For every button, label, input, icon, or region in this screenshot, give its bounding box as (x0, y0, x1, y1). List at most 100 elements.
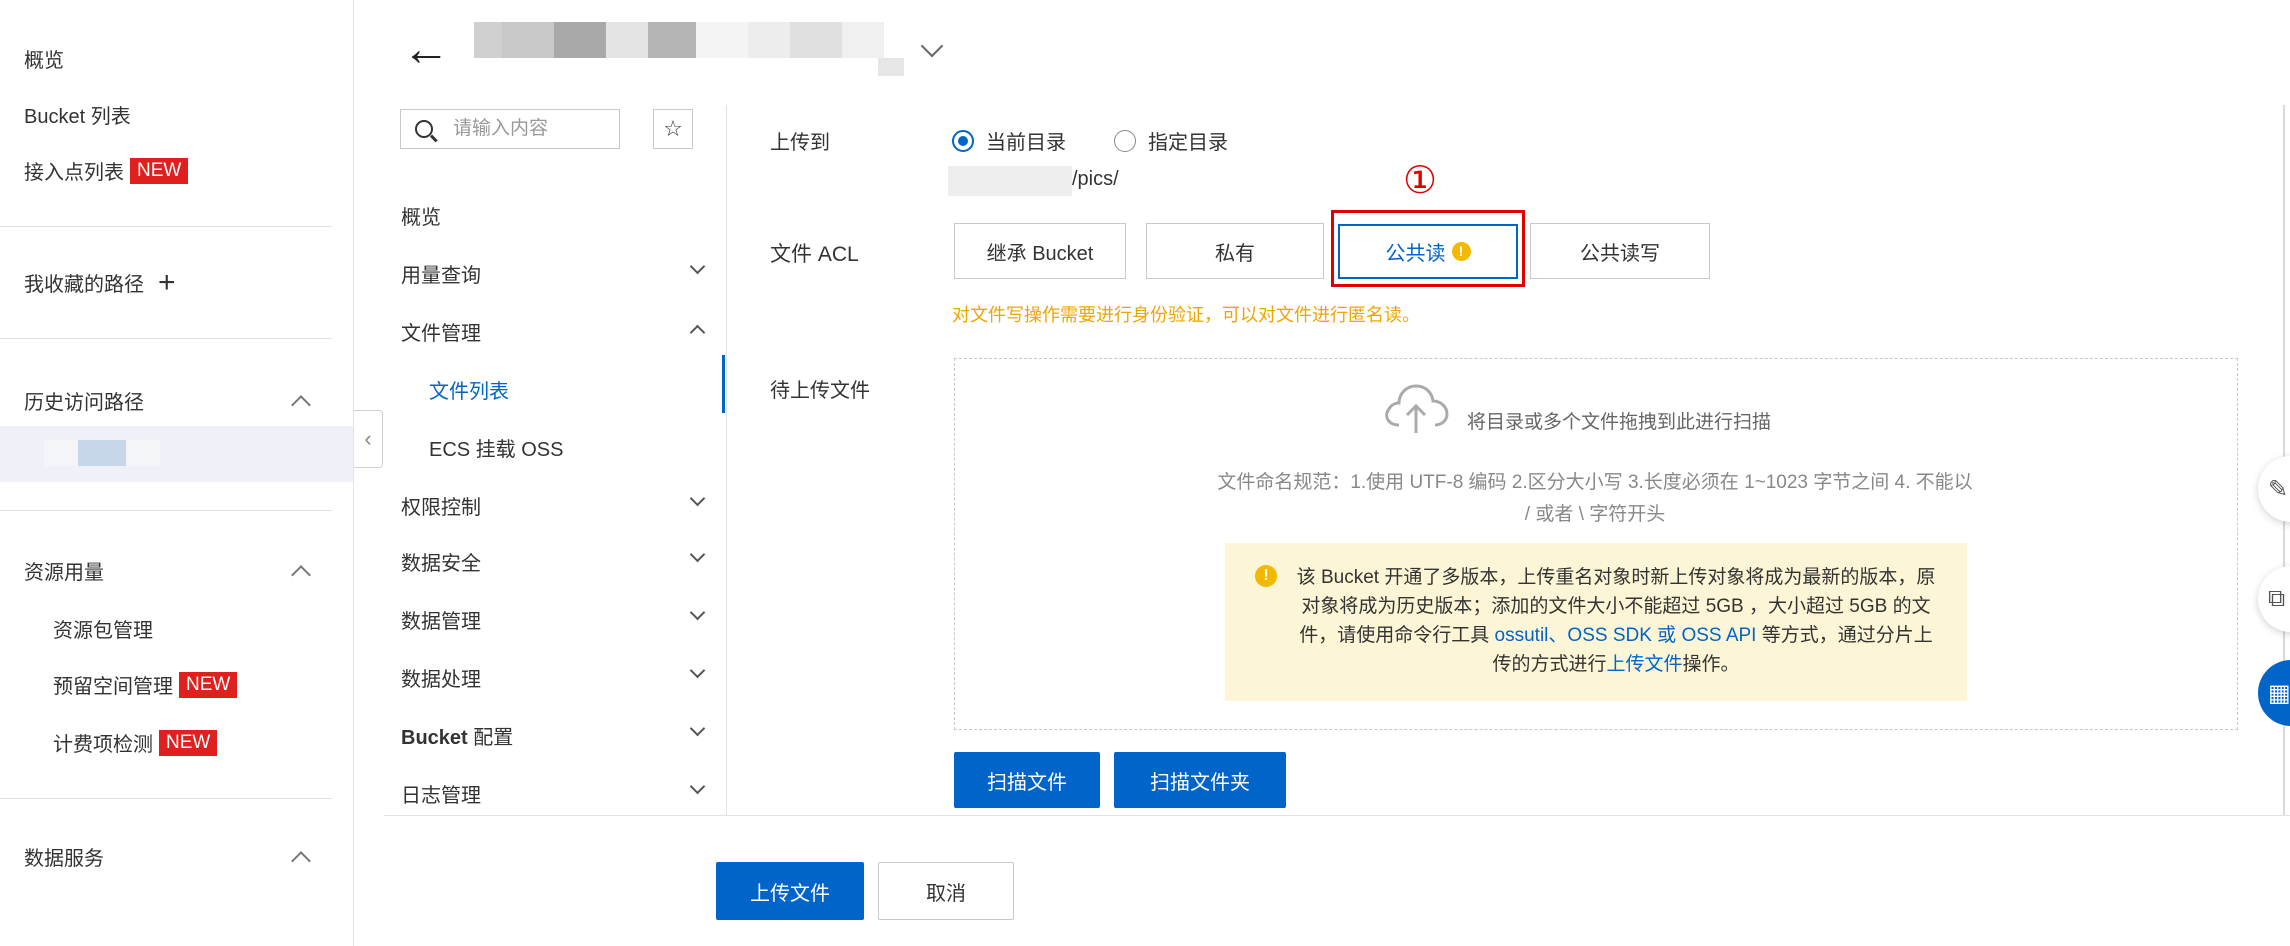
nav-item-label: 配置 (467, 727, 514, 749)
divider (0, 510, 332, 511)
redacted-block (78, 440, 126, 466)
annotation-highlight-box (1331, 210, 1525, 287)
notice-or: 或 (1651, 625, 1682, 646)
star-icon[interactable]: ☆ (653, 109, 693, 149)
chevron-down-icon (689, 778, 706, 795)
sidebar-item-label: 资源用量 (24, 562, 104, 584)
sidebar-item-label: 概览 (24, 50, 64, 72)
feedback-icon[interactable]: ⧉ (2258, 566, 2290, 632)
nav-item-access-control[interactable]: 权限控制 (401, 491, 481, 520)
radio-unchecked-icon (1114, 129, 1136, 152)
sidebar-section-history[interactable]: 历史访问路径 (24, 386, 144, 415)
bucket-title-redacted (474, 22, 904, 76)
oss-sdk-link[interactable]: OSS SDK (1567, 625, 1651, 646)
drop-hint-text: 将目录或多个文件拖拽到此进行扫描 (1467, 412, 1772, 433)
chevron-up-icon[interactable] (291, 565, 311, 585)
upload-file-link[interactable]: 上传文件 (1606, 654, 1682, 675)
nav-item-usage-query[interactable]: 用量查询 (401, 259, 481, 288)
bucket-nav: ☆ 概览 用量查询 文件管理 文件列表 ECS 挂载 OSS 权限控制 数据安全… (384, 105, 727, 815)
nav-item-bucket-config[interactable]: Bucket 配置 (401, 721, 513, 750)
cancel-button[interactable]: 取消 (878, 862, 1014, 920)
chevron-left-icon: ‹ (364, 426, 372, 451)
file-acl-label: 文件 ACL (770, 243, 859, 266)
radio-label: 当前目录 (986, 132, 1066, 154)
acl-option-public-read-write[interactable]: 公共读写 (1530, 223, 1710, 279)
upload-to-label: 上传到 (770, 132, 830, 154)
file-drop-zone[interactable]: 将目录或多个文件拖拽到此进行扫描 文件命名规范：1.使用 UTF-8 编码 2.… (954, 358, 2238, 730)
acl-hint-text: 对文件写操作需要进行身份验证，可以对文件进行匿名读。 (952, 305, 1420, 325)
new-badge: NEW (159, 729, 218, 756)
nav-item-file-mgmt[interactable]: 文件管理 (401, 317, 481, 346)
sidebar-item-label: 数据服务 (24, 848, 104, 870)
chevron-down-icon[interactable] (920, 34, 944, 58)
cloud-upload-icon (1385, 384, 1449, 433)
radio-specified-directory[interactable]: 指定目录 (1114, 126, 1228, 155)
chevron-up-icon[interactable] (291, 851, 311, 871)
active-indicator (722, 355, 725, 413)
history-item-selected[interactable] (0, 426, 353, 482)
sidebar-item-bucket-list[interactable]: Bucket 列表 (24, 100, 131, 129)
chevron-up-icon[interactable] (291, 395, 311, 415)
radio-checked-icon (952, 129, 974, 152)
chevron-down-icon (689, 720, 706, 737)
ossutil-link[interactable]: ossutil (1495, 625, 1549, 646)
acl-option-inherit[interactable]: 继承 Bucket (954, 223, 1126, 279)
apps-grid-icon[interactable]: ▦ (2258, 660, 2290, 726)
notice-text: 操作。 (1682, 654, 1740, 675)
notice-separator: 、 (1548, 625, 1568, 646)
path-redacted (948, 166, 1072, 196)
acl-option-private[interactable]: 私有 (1146, 223, 1324, 279)
global-sidebar: 概览 Bucket 列表 接入点列表 NEW 我收藏的路径 + 历史访问路径 资… (0, 0, 354, 946)
sidebar-item-billing-check[interactable]: 计费项检测 NEW (53, 728, 218, 757)
nav-item-data-processing[interactable]: 数据处理 (401, 663, 481, 692)
sidebar-item-resource-pack[interactable]: 资源包管理 (53, 614, 153, 643)
sidebar-item-label: 计费项检测 (53, 734, 153, 756)
pending-files-label: 待上传文件 (770, 380, 870, 402)
upload-button[interactable]: 上传文件 (716, 862, 864, 920)
search-icon (415, 120, 433, 138)
scan-folder-button[interactable]: 扫描文件夹 (1114, 752, 1286, 808)
nav-item-data-mgmt[interactable]: 数据管理 (401, 605, 481, 634)
scan-files-button[interactable]: 扫描文件 (954, 752, 1100, 808)
sidebar-item-label: 资源包管理 (53, 620, 153, 642)
chevron-down-icon (689, 604, 706, 621)
edit-icon[interactable]: ✎ (2258, 456, 2290, 522)
footer-divider (384, 815, 2290, 816)
search-box[interactable] (400, 109, 620, 149)
radio-current-directory[interactable]: 当前目录 (952, 126, 1066, 155)
sidebar-section-data-services[interactable]: 数据服务 (24, 842, 104, 871)
nav-item-file-list[interactable]: 文件列表 (429, 375, 509, 404)
new-badge: NEW (130, 157, 189, 184)
chevron-down-icon (689, 258, 706, 275)
sidebar-item-favorites[interactable]: 我收藏的路径 + (24, 267, 176, 297)
sidebar-section-resource-usage[interactable]: 资源用量 (24, 556, 104, 585)
nav-item-data-security[interactable]: 数据安全 (401, 547, 481, 576)
sidebar-item-overview[interactable]: 概览 (24, 44, 64, 73)
search-input[interactable] (451, 117, 615, 141)
redacted-block (126, 440, 160, 466)
add-favorite-icon[interactable]: + (158, 267, 176, 297)
sidebar-item-reserved-space[interactable]: 预留空间管理 NEW (53, 670, 238, 699)
redacted-block (44, 440, 78, 466)
naming-rules-text: 文件命名规范：1.使用 UTF-8 编码 2.区分大小写 3.长度必须在 1~1… (1217, 472, 1973, 525)
nav-item-overview[interactable]: 概览 (401, 201, 441, 230)
divider (0, 338, 332, 339)
chevron-down-icon (689, 546, 706, 563)
oss-api-link[interactable]: OSS API (1681, 625, 1756, 646)
radio-label: 指定目录 (1148, 132, 1228, 154)
sidebar-item-label: 预留空间管理 (53, 676, 173, 698)
sidebar-collapse-handle[interactable]: ‹ (354, 410, 383, 468)
nav-item-label-bold: Bucket (401, 727, 468, 749)
new-badge: NEW (179, 671, 238, 698)
divider (0, 226, 332, 227)
step-marker: ① (1403, 158, 1438, 202)
chevron-down-icon (689, 662, 706, 679)
sidebar-item-access-points[interactable]: 接入点列表 NEW (24, 156, 189, 185)
divider (0, 798, 332, 799)
sidebar-item-label: 历史访问路径 (24, 392, 144, 414)
sidebar-item-label: Bucket 列表 (24, 106, 131, 128)
nav-item-ecs-mount[interactable]: ECS 挂载 OSS (429, 433, 563, 462)
chevron-up-icon (689, 324, 706, 341)
nav-item-log-mgmt[interactable]: 日志管理 (401, 779, 481, 808)
back-arrow-icon[interactable]: ← (402, 22, 450, 78)
